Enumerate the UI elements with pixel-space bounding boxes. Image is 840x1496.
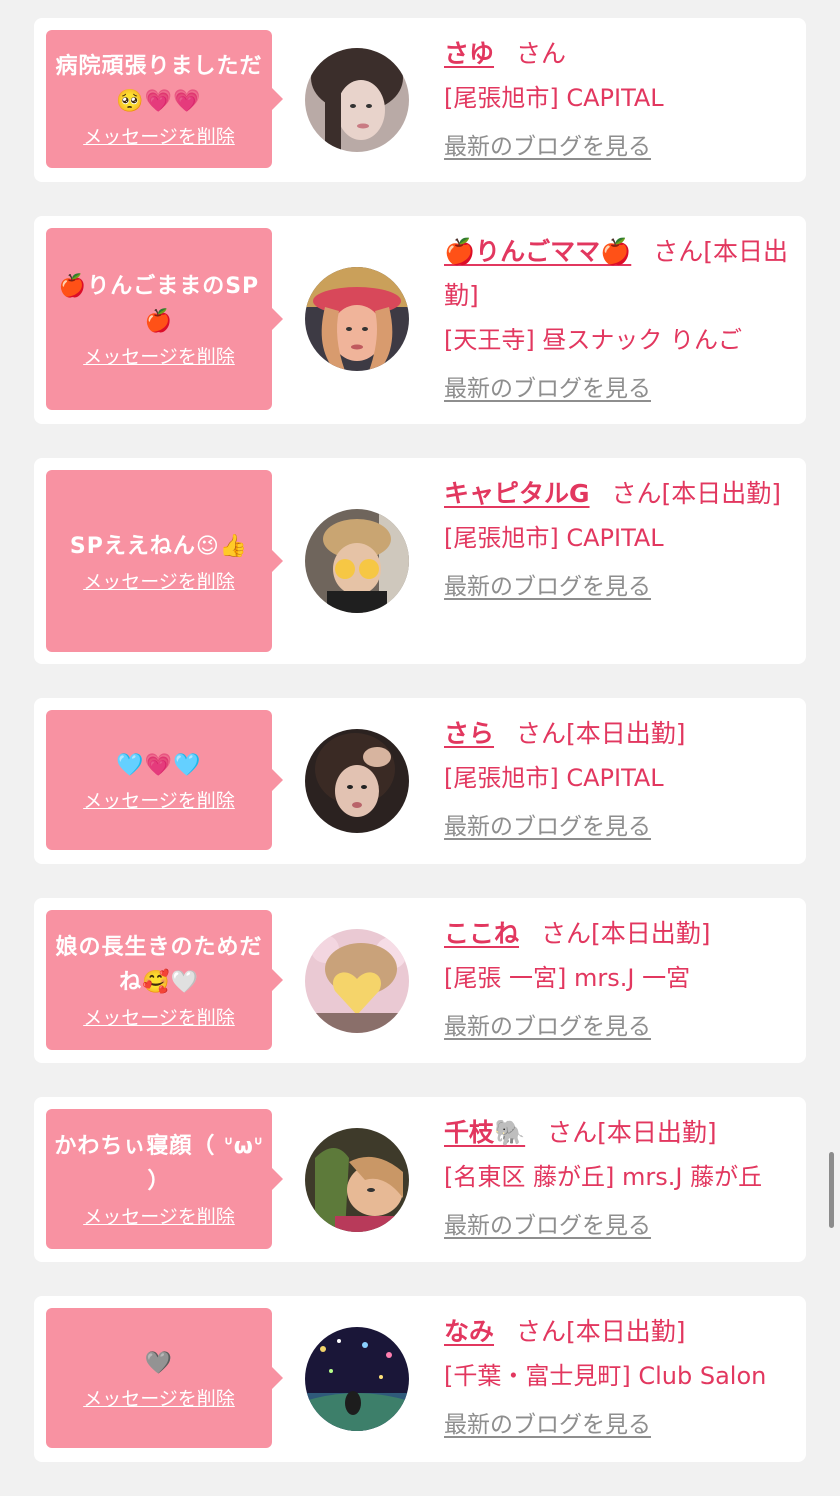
delete-message-link[interactable]: メッセージを削除 (83, 789, 235, 813)
user-info: なみ さん[本日出勤] [千葉・富士見町] Club Salon 最新のブログを見… (444, 1310, 792, 1442)
shop-label: [千葉・富士見町] Club Salon (444, 1362, 767, 1390)
user-suffix: さん[本日出勤] (541, 919, 711, 948)
list-item: 🩵💗🩵 メッセージを削除 さら さん[本日出勤] [尾張旭市] CAPITAL 最… (34, 698, 806, 864)
avatar-photo-icon (305, 1327, 409, 1431)
user-name-link[interactable]: さゆ (444, 39, 494, 68)
list-item: 病院頑張りましただ🥺💗💗 メッセージを削除 さゆ さん [尾張旭市] CAPITA… (34, 18, 806, 182)
user-name-link[interactable]: なみ (444, 1317, 494, 1346)
shop-label: [尾張旭市] CAPITAL (444, 84, 664, 112)
delete-message-link[interactable]: メッセージを削除 (83, 125, 235, 149)
avatar[interactable] (305, 267, 409, 371)
user-suffix: さん[本日出勤] (547, 1118, 717, 1147)
avatar[interactable] (305, 729, 409, 833)
shop-label: [尾張旭市] CAPITAL (444, 524, 664, 552)
avatar-photo-icon (305, 48, 409, 152)
shop-label: [尾張旭市] CAPITAL (444, 764, 664, 792)
latest-blog-link[interactable]: 最新のブログを見る (444, 130, 792, 164)
message-text: 娘の長生きのためだね🥰🤍 (55, 935, 263, 995)
user-suffix: さん[本日出勤] (611, 479, 782, 508)
list-item: 娘の長生きのためだね🥰🤍 メッセージを削除 ここね さん[本日出勤] [尾張 一宮… (34, 898, 806, 1063)
avatar[interactable] (305, 1327, 409, 1431)
user-info: キャピタルG さん[本日出勤] [尾張旭市] CAPITAL 最新のブログを見る (444, 472, 792, 604)
user-info: さゆ さん [尾張旭市] CAPITAL 最新のブログを見る (444, 32, 792, 164)
user-name-link[interactable]: キャピタルG (444, 479, 590, 508)
list-item: かわちぃ寝顔（ ᐡωᐡ ） メッセージを削除 千枝🐘 さん[本日出勤] [名東区 … (34, 1097, 806, 1262)
delete-message-link[interactable]: メッセージを削除 (83, 345, 235, 369)
latest-blog-link[interactable]: 最新のブログを見る (444, 1010, 792, 1044)
message-text: かわちぃ寝顔（ ᐡωᐡ ） (54, 1134, 264, 1194)
avatar-photo-icon (305, 267, 409, 371)
user-suffix: さん (516, 39, 567, 68)
user-name-link[interactable]: 🍎りんごママ🍎 (444, 237, 631, 266)
list-item: 🩶 メッセージを削除 なみ さん[本日出勤] [千葉・富士見町] Club Sal… (34, 1296, 806, 1462)
avatar[interactable] (305, 48, 409, 152)
user-suffix: さん[本日出勤] (516, 1317, 686, 1346)
delete-message-link[interactable]: メッセージを削除 (83, 570, 235, 594)
shop-label: [天王寺] 昼スナック りんご (444, 326, 742, 354)
message-text: SPええねん😉👍 (69, 533, 249, 559)
message-text: 🩶 (144, 1350, 174, 1376)
delete-message-link[interactable]: メッセージを削除 (83, 1387, 235, 1411)
latest-blog-link[interactable]: 最新のブログを見る (444, 1408, 792, 1442)
message-text: 病院頑張りましただ🥺💗💗 (55, 54, 263, 114)
user-info: ここね さん[本日出勤] [尾張 一宮] mrs.J 一宮 最新のブログを見る (444, 912, 792, 1044)
user-info: 🍎りんごママ🍎 さん[本日出勤] [天王寺] 昼スナック りんご 最新のブログを見… (444, 230, 792, 406)
message-text: 🍎りんごままのSP🍎 (58, 274, 260, 334)
message-bubble: 🩵💗🩵 メッセージを削除 (46, 710, 283, 850)
user-suffix: さん[本日出勤] (516, 719, 686, 748)
message-bubble: 娘の長生きのためだね🥰🤍 メッセージを削除 (46, 910, 283, 1050)
latest-blog-link[interactable]: 最新のブログを見る (444, 372, 792, 406)
scrollbar[interactable] (829, 1152, 834, 1228)
user-name-link[interactable]: さら (444, 719, 494, 748)
list-item: SPええねん😉👍 メッセージを削除 キャピタルG さん[本日出勤] [尾張旭市] … (34, 458, 806, 664)
latest-blog-link[interactable]: 最新のブログを見る (444, 570, 792, 604)
avatar-photo-icon (305, 1128, 409, 1232)
message-text: 🩵💗🩵 (116, 752, 202, 778)
user-info: 千枝🐘 さん[本日出勤] [名東区 藤が丘] mrs.J 藤が丘 最新のブログを見… (444, 1111, 792, 1243)
avatar[interactable] (305, 509, 409, 613)
latest-blog-link[interactable]: 最新のブログを見る (444, 810, 792, 844)
shop-label: [尾張 一宮] mrs.J 一宮 (444, 964, 691, 992)
message-list: 病院頑張りましただ🥺💗💗 メッセージを削除 さゆ さん [尾張旭市] CAPITA… (34, 18, 806, 1496)
delete-message-link[interactable]: メッセージを削除 (83, 1006, 235, 1030)
avatar-photo-icon (305, 729, 409, 833)
message-bubble: SPええねん😉👍 メッセージを削除 (46, 470, 283, 652)
message-bubble: かわちぃ寝顔（ ᐡωᐡ ） メッセージを削除 (46, 1109, 283, 1249)
message-bubble: 🍎りんごままのSP🍎 メッセージを削除 (46, 228, 283, 410)
delete-message-link[interactable]: メッセージを削除 (83, 1205, 235, 1229)
avatar[interactable] (305, 1128, 409, 1232)
user-info: さら さん[本日出勤] [尾張旭市] CAPITAL 最新のブログを見る (444, 712, 792, 844)
list-item: 🍎りんごままのSP🍎 メッセージを削除 🍎りんごママ🍎 さん[本日出勤] [天王寺… (34, 216, 806, 424)
shop-label: [名東区 藤が丘] mrs.J 藤が丘 (444, 1163, 763, 1191)
message-bubble: 🩶 メッセージを削除 (46, 1308, 283, 1448)
avatar-photo-icon (305, 509, 409, 613)
user-name-link[interactable]: ここね (444, 919, 519, 948)
avatar-photo-icon (305, 929, 409, 1033)
latest-blog-link[interactable]: 最新のブログを見る (444, 1209, 792, 1243)
avatar[interactable] (305, 929, 409, 1033)
message-bubble: 病院頑張りましただ🥺💗💗 メッセージを削除 (46, 30, 283, 168)
user-name-link[interactable]: 千枝🐘 (444, 1118, 525, 1147)
